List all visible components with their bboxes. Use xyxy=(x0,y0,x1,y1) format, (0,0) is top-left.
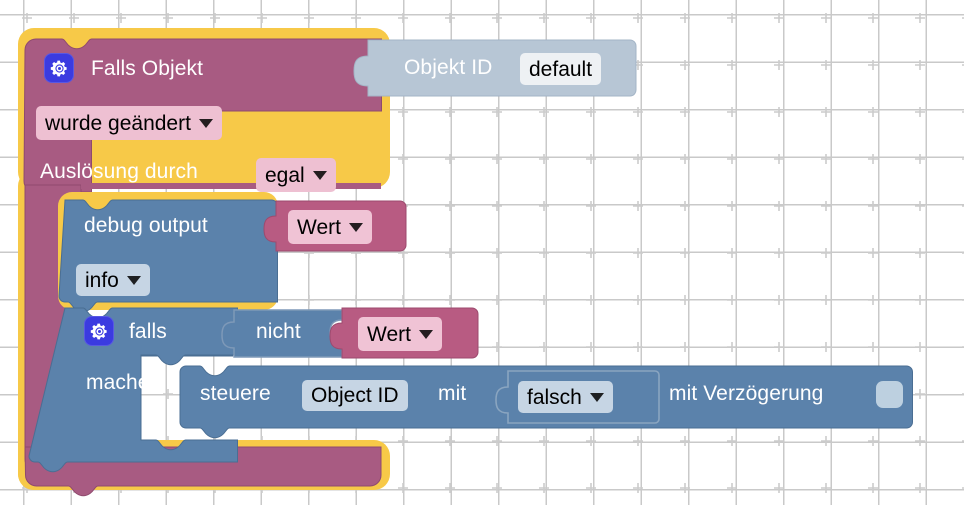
control-target-field[interactable]: Object ID xyxy=(302,380,408,411)
trigger-source-label: Auslösung durch xyxy=(40,160,198,183)
trigger-source-value: egal xyxy=(265,163,305,187)
object-id-text-field[interactable]: default xyxy=(520,53,602,85)
gear-icon[interactable] xyxy=(84,316,114,346)
chevron-down-icon xyxy=(418,329,433,339)
gear-glyph xyxy=(90,323,107,339)
chevron-down-icon xyxy=(589,392,604,402)
object-id-value: default xyxy=(529,57,593,81)
delay-label: mit Verzögerung xyxy=(669,382,824,405)
trigger-title: Falls Objekt xyxy=(91,57,204,80)
chevron-down-icon xyxy=(198,118,213,128)
boolean-value: falsch xyxy=(527,385,582,409)
do-label: mache xyxy=(86,371,150,394)
control-target-value: Object ID xyxy=(311,384,399,407)
debug-level-value: info xyxy=(85,268,119,292)
delay-checkbox[interactable] xyxy=(876,381,903,408)
debug-wert-value: Wert xyxy=(297,215,341,239)
not-wert-value: Wert xyxy=(367,322,411,346)
not-wert-dropdown[interactable]: Wert xyxy=(358,317,442,351)
debug-level-dropdown[interactable]: info xyxy=(76,264,150,296)
gear-glyph xyxy=(50,60,67,76)
trigger-source-dropdown[interactable]: egal xyxy=(256,158,336,192)
chevron-down-icon xyxy=(348,222,363,232)
chevron-down-icon xyxy=(312,170,327,180)
blockly-workspace[interactable]: Falls Objekt wurde geändert Auslösung du… xyxy=(0,0,964,505)
trigger-condition-dropdown[interactable]: wurde geändert xyxy=(36,106,222,140)
chevron-down-icon xyxy=(126,275,141,285)
control-label: steuere xyxy=(200,382,271,405)
debug-wert-dropdown[interactable]: Wert xyxy=(288,210,372,244)
control-with-label: mit xyxy=(438,382,467,405)
logic-not-label: nicht xyxy=(256,320,301,343)
object-id-label: Objekt ID xyxy=(404,56,493,79)
if-label: falls xyxy=(129,320,167,343)
gear-icon[interactable] xyxy=(44,53,74,83)
boolean-value-dropdown[interactable]: falsch xyxy=(518,381,613,413)
trigger-condition-value: wurde geändert xyxy=(45,111,191,135)
debug-output-label: debug output xyxy=(84,214,208,237)
